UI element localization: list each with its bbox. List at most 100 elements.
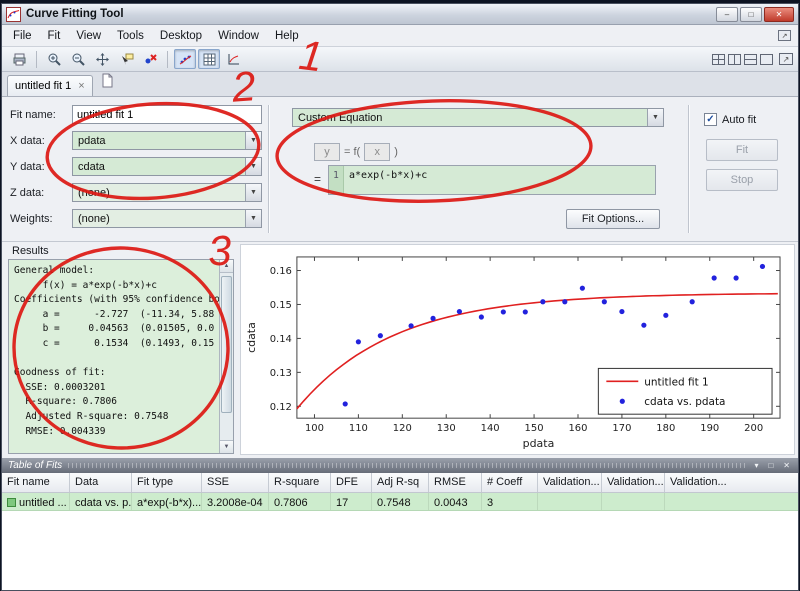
dropdown-arrow-icon[interactable]: ▼: [245, 210, 261, 227]
print-icon: [13, 53, 25, 65]
svg-text:140: 140: [481, 423, 500, 434]
menu-file[interactable]: File: [5, 27, 40, 45]
z-data-label: Z data:: [10, 186, 45, 199]
custom-equation-editor[interactable]: 1 a*exp(-b*x)+c: [328, 165, 656, 195]
layout-top-bottom-icon[interactable]: [744, 53, 757, 65]
fit-button[interactable]: Fit: [706, 139, 778, 161]
col-num-coeff[interactable]: # Coeff: [482, 473, 538, 492]
col-rmse[interactable]: RMSE: [429, 473, 482, 492]
col-data[interactable]: Data: [70, 473, 132, 492]
y-data-dropdown[interactable]: cdata ▼: [72, 157, 262, 176]
tab-close-icon[interactable]: ×: [78, 80, 84, 92]
z-data-dropdown[interactable]: (none) ▼: [72, 183, 262, 202]
scroll-thumb[interactable]: [221, 276, 232, 413]
stop-button[interactable]: Stop: [706, 169, 778, 191]
undock-icon[interactable]: ↗: [779, 53, 793, 65]
zoom-in-button[interactable]: [43, 49, 65, 69]
y-data-label: Y data:: [10, 160, 45, 173]
zoom-out-button[interactable]: [67, 49, 89, 69]
results-text: General model: f(x) = a*exp(-b*x)+c Coef…: [14, 265, 226, 437]
restore-panel-icon[interactable]: □: [766, 461, 775, 470]
scroll-up-icon[interactable]: ▲: [220, 260, 233, 273]
x-data-dropdown[interactable]: pdata ▼: [72, 131, 262, 150]
toolbar-separator: [36, 50, 37, 68]
independent-var-box: x: [364, 143, 391, 161]
table-of-fits-titlebar[interactable]: Table of Fits ▾ □ ✕: [2, 458, 798, 473]
cell-dfe[interactable]: 17: [331, 493, 372, 510]
tab-label: untitled fit 1: [15, 80, 72, 92]
minimize-button[interactable]: –: [716, 6, 738, 22]
fit-plot[interactable]: 100 110 120 130 140 150 160 170 180 190 200 0.12 0.1…: [241, 245, 794, 454]
fit-setup-panel: Fit name: X data: pdata ▼ Y data: cdata …: [2, 97, 798, 242]
dropdown-arrow-icon[interactable]: ▼: [245, 158, 261, 175]
dropdown-arrow-icon[interactable]: ▼: [647, 109, 663, 126]
col-validation-3[interactable]: Validation...: [665, 473, 798, 492]
maximize-button[interactable]: □: [740, 6, 762, 22]
table-grid-icon: [203, 53, 215, 65]
col-r-square[interactable]: R-square: [269, 473, 331, 492]
axes-limits-button[interactable]: [222, 49, 244, 69]
zoom-out-icon: [72, 53, 85, 66]
layout-tiled-icon[interactable]: [712, 53, 725, 65]
fit-options-button[interactable]: Fit Options...: [566, 209, 660, 229]
col-validation-2[interactable]: Validation...: [602, 473, 665, 492]
table-view-toggle[interactable]: [198, 49, 220, 69]
tab-untitled-fit-1[interactable]: untitled fit 1 ×: [7, 75, 93, 96]
equation-text[interactable]: a*exp(-b*x)+c: [344, 166, 432, 194]
dropdown-arrow-icon[interactable]: ▼: [245, 184, 261, 201]
cell-rmse[interactable]: 0.0043: [429, 493, 482, 510]
col-sse[interactable]: SSE: [202, 473, 269, 492]
menu-fit[interactable]: Fit: [40, 27, 69, 45]
results-scrollbar[interactable]: ▲ ▼: [219, 260, 233, 453]
cell-sse[interactable]: 3.2008e-04: [202, 493, 269, 510]
new-fit-button[interactable]: [100, 73, 115, 93]
close-panel-icon[interactable]: ✕: [781, 461, 792, 470]
cell-fit-name[interactable]: untitled ...: [2, 493, 70, 510]
close-button[interactable]: ✕: [764, 6, 794, 22]
table-of-fits-title: Table of Fits: [8, 460, 63, 471]
col-validation-1[interactable]: Validation...: [538, 473, 602, 492]
layout-single-icon[interactable]: [760, 53, 773, 65]
datatip-button[interactable]: [115, 49, 137, 69]
exclude-outliers-button[interactable]: [139, 49, 161, 69]
cell-validation-1[interactable]: [538, 493, 602, 510]
weights-dropdown[interactable]: (none) ▼: [72, 209, 262, 228]
col-adj-r-sq[interactable]: Adj R-sq: [372, 473, 429, 492]
col-fit-name[interactable]: Fit name: [2, 473, 70, 492]
cell-validation-2[interactable]: [602, 493, 665, 510]
x-data-value: pdata: [78, 134, 106, 147]
svg-text:0.14: 0.14: [270, 334, 292, 345]
editor-line-number: 1: [329, 166, 345, 194]
menu-tools[interactable]: Tools: [109, 27, 152, 45]
print-button[interactable]: [8, 49, 30, 69]
fit-row-icon: [7, 498, 16, 507]
auto-fit-checkbox[interactable]: ✓: [704, 113, 717, 126]
collapse-panel-icon[interactable]: ▾: [752, 461, 760, 470]
fit-name-input[interactable]: [72, 105, 262, 124]
fit-type-dropdown[interactable]: Custom Equation ▼: [292, 108, 664, 127]
fit-plot-panel[interactable]: 100 110 120 130 140 150 160 170 180 190 200 0.12 0.1…: [240, 244, 795, 455]
scroll-down-icon[interactable]: ▼: [220, 440, 233, 453]
drag-handle[interactable]: [68, 463, 747, 468]
col-dfe[interactable]: DFE: [331, 473, 372, 492]
main-plot-toggle[interactable]: [174, 49, 196, 69]
col-fit-type[interactable]: Fit type: [132, 473, 202, 492]
menu-help[interactable]: Help: [267, 27, 307, 45]
table-row[interactable]: untitled ... cdata vs. p... a*exp(-b*x).…: [2, 493, 798, 511]
svg-text:130: 130: [437, 423, 456, 434]
undock-menubar-icon[interactable]: ↗: [778, 30, 791, 41]
dropdown-arrow-icon[interactable]: ▼: [245, 132, 261, 149]
cell-adj-r-sq[interactable]: 0.7548: [372, 493, 429, 510]
table-empty-area: [2, 511, 798, 590]
pan-button[interactable]: [91, 49, 113, 69]
menu-desktop[interactable]: Desktop: [152, 27, 210, 45]
cell-fit-type[interactable]: a*exp(-b*x)...: [132, 493, 202, 510]
cell-num-coeff[interactable]: 3: [482, 493, 538, 510]
svg-text:0.13: 0.13: [270, 368, 292, 379]
cell-data[interactable]: cdata vs. p...: [70, 493, 132, 510]
menu-view[interactable]: View: [68, 27, 109, 45]
cell-validation-3[interactable]: [665, 493, 798, 510]
cell-r-square[interactable]: 0.7806: [269, 493, 331, 510]
menu-window[interactable]: Window: [210, 27, 267, 45]
layout-left-right-icon[interactable]: [728, 53, 741, 65]
